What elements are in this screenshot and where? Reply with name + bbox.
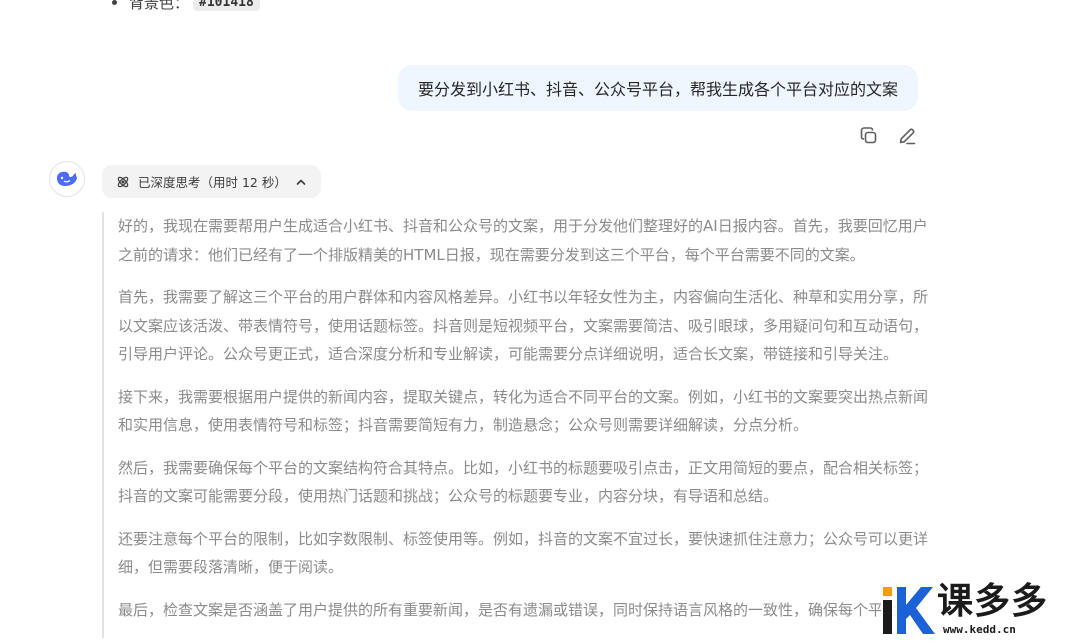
edit-icon — [899, 128, 916, 145]
thought-content: 好的，我现在需要帮用户生成适合小红书、抖音和公众号的文案，用于分发他们整理好的A… — [102, 212, 928, 638]
thought-paragraph: 接下来，我需要根据用户提供的新闻内容，提取关键点，转化为适合不同平台的文案。例如… — [118, 387, 929, 435]
chevron-up-icon — [296, 179, 306, 185]
thought-paragraph: 好的，我现在需要帮用户生成适合小红书、抖音和公众号的文案，用于分发他们整理好的A… — [118, 217, 928, 264]
thought-paragraph: 然后，我需要确保每个平台的文案结构符合其特点。比如，小红书的标题要吸引点击，正文… — [118, 458, 929, 506]
watermark: 课多多 www.kedd.cn — [881, 581, 1080, 641]
inline-code: #101418 — [193, 0, 260, 11]
user-message-text: 要分发到小红书、抖音、公众号平台，帮我生成各个平台对应的文案 — [417, 80, 898, 99]
assistant-avatar — [49, 161, 85, 197]
deep-think-toggle[interactable]: 已深度思考（用时 12 秒） — [102, 165, 321, 198]
watermark-url: www.kedd.cn — [943, 623, 1016, 636]
previous-list-item: 背景色： #101418 — [112, 0, 260, 14]
atom-icon — [117, 176, 129, 187]
bullet-dot — [112, 0, 117, 5]
watermark-brand: 课多多 — [937, 581, 1049, 622]
whale-logo-icon — [57, 171, 77, 186]
thought-paragraph: 还要注意每个平台的限制，比如字数限制、标签使用等。例如，抖音的文案不宜过长，要快… — [118, 529, 929, 577]
copy-icon — [860, 127, 877, 144]
ik-logo-icon — [883, 587, 935, 634]
thought-paragraph: 首先，我需要了解这三个平台的用户群体和内容风格差异。小红书以年轻女性为主，内容偏… — [118, 288, 929, 363]
deep-think-label: 已深度思考（用时 12 秒） — [138, 175, 287, 190]
thought-paragraph: 最后，检查文案是否涵盖了用户提供的所有重要新闻，是否有遗漏或错误，同时保持语言风… — [118, 600, 899, 619]
copy-button[interactable] — [858, 125, 880, 147]
edit-button[interactable] — [896, 125, 918, 147]
message-actions — [858, 125, 918, 147]
bullet-label: 背景色： — [129, 0, 190, 12]
user-message-bubble: 要分发到小红书、抖音、公众号平台，帮我生成各个平台对应的文案 — [397, 65, 918, 111]
